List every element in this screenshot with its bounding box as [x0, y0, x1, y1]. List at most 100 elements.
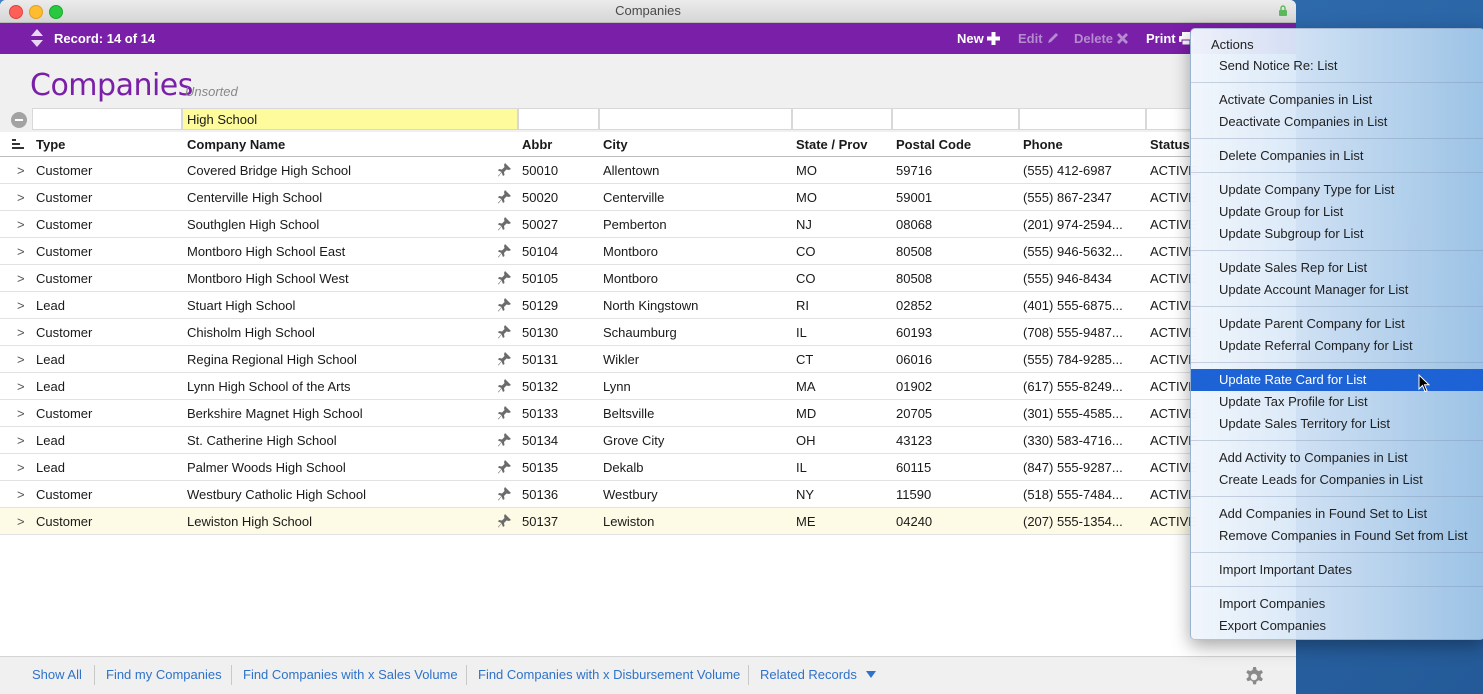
pin-icon[interactable]	[498, 217, 511, 231]
cell-type: Lead	[36, 352, 65, 367]
menu-item-update-sales-territory-for-list[interactable]: Update Sales Territory for List	[1191, 413, 1483, 435]
menu-item-create-leads-for-companies-in-list[interactable]: Create Leads for Companies in List	[1191, 469, 1483, 491]
find-company-name-input[interactable]: High School	[182, 108, 518, 130]
chevron-down-icon[interactable]	[866, 671, 876, 679]
menu-item-add-companies-in-found-set-to-list[interactable]: Add Companies in Found Set to List	[1191, 503, 1483, 525]
row-chevron-icon[interactable]: >	[17, 271, 25, 286]
pin-icon[interactable]	[498, 352, 511, 366]
row-chevron-icon[interactable]: >	[17, 217, 25, 232]
gear-icon[interactable]	[1242, 665, 1266, 689]
row-chevron-icon[interactable]: >	[17, 244, 25, 259]
table-row[interactable]: > Customer Berkshire Magnet High School 501…	[0, 400, 1296, 427]
find-state-input[interactable]	[792, 108, 892, 130]
row-chevron-icon[interactable]: >	[17, 325, 25, 340]
pin-icon[interactable]	[498, 433, 511, 447]
find-my-companies-link[interactable]: Find my Companies	[106, 667, 222, 682]
menu-item-export-companies[interactable]: Export Companies	[1191, 615, 1483, 637]
table-row[interactable]: > Customer Montboro High School West 50105 M…	[0, 265, 1296, 292]
pin-icon[interactable]	[498, 244, 511, 258]
clear-find-icon[interactable]	[11, 112, 27, 128]
new-button[interactable]: New	[957, 31, 1000, 46]
menu-item-deactivate-companies-in-list[interactable]: Deactivate Companies in List	[1191, 111, 1483, 133]
pin-icon[interactable]	[498, 190, 511, 204]
find-sales-volume-link[interactable]: Find Companies with x Sales Volume	[243, 667, 458, 682]
table-row[interactable]: > Customer Covered Bridge High School 50010…	[0, 157, 1296, 184]
menu-item-add-activity-to-companies-in-list[interactable]: Add Activity to Companies in List	[1191, 447, 1483, 469]
table-row[interactable]: > Customer Montboro High School East 50104 M…	[0, 238, 1296, 265]
cell-company-name: Covered Bridge High School	[187, 163, 352, 178]
cell-city: Montboro	[603, 244, 658, 259]
menu-item-update-company-type-for-list[interactable]: Update Company Type for List	[1191, 179, 1483, 201]
pin-icon[interactable]	[498, 514, 511, 528]
menu-item-update-rate-card-for-list[interactable]: Update Rate Card for List	[1191, 369, 1483, 391]
pin-icon[interactable]	[498, 487, 511, 501]
record-navigation-icon[interactable]	[30, 28, 44, 48]
menu-item-update-account-manager-for-list[interactable]: Update Account Manager for List	[1191, 279, 1483, 301]
minimize-window-button[interactable]	[29, 5, 43, 19]
column-city[interactable]: City	[603, 137, 628, 152]
pin-icon[interactable]	[498, 406, 511, 420]
menu-item-activate-companies-in-list[interactable]: Activate Companies in List	[1191, 89, 1483, 111]
table-row[interactable]: > Lead Lynn High School of the Arts 50132 Ly…	[0, 373, 1296, 400]
menu-item-update-tax-profile-for-list[interactable]: Update Tax Profile for List	[1191, 391, 1483, 413]
row-chevron-icon[interactable]: >	[17, 487, 25, 502]
find-postal-input[interactable]	[892, 108, 1019, 130]
column-type[interactable]: Type	[36, 137, 65, 152]
table-row[interactable]: > Customer Lewiston High School 50137 Lewist…	[0, 508, 1296, 535]
find-city-input[interactable]	[599, 108, 792, 130]
table-row[interactable]: > Customer Centerville High School 50020 Cen…	[0, 184, 1296, 211]
row-chevron-icon[interactable]: >	[17, 514, 25, 529]
column-state[interactable]: State / Prov	[796, 137, 868, 152]
column-status[interactable]: Status	[1150, 137, 1190, 152]
find-phone-input[interactable]	[1019, 108, 1146, 130]
menu-item-import-companies[interactable]: Import Companies	[1191, 593, 1483, 615]
delete-button[interactable]: Delete	[1074, 31, 1129, 46]
cell-abbr: 50136	[522, 487, 559, 502]
find-abbr-input[interactable]	[518, 108, 599, 130]
find-disbursement-volume-link[interactable]: Find Companies with x Disbursement Volum…	[478, 667, 740, 682]
menu-item-update-parent-company-for-list[interactable]: Update Parent Company for List	[1191, 313, 1483, 335]
row-chevron-icon[interactable]: >	[17, 379, 25, 394]
column-company-name[interactable]: Company Name	[187, 137, 285, 152]
table-row[interactable]: > Lead St. Catherine High School 50134 Grove…	[0, 427, 1296, 454]
find-type-input[interactable]	[32, 108, 182, 130]
row-chevron-icon[interactable]: >	[17, 163, 25, 178]
related-records-link[interactable]: Related Records	[760, 667, 857, 682]
table-row[interactable]: > Customer Southglen High School 50027 Pembe…	[0, 211, 1296, 238]
maximize-window-button[interactable]	[49, 5, 63, 19]
pin-icon[interactable]	[498, 298, 511, 312]
row-chevron-icon[interactable]: >	[17, 352, 25, 367]
row-chevron-icon[interactable]: >	[17, 433, 25, 448]
show-all-link[interactable]: Show All	[32, 667, 82, 682]
row-chevron-icon[interactable]: >	[17, 460, 25, 475]
column-sort-icon[interactable]	[12, 139, 24, 149]
column-postal-code[interactable]: Postal Code	[896, 137, 971, 152]
pin-icon[interactable]	[498, 379, 511, 393]
menu-item-send-notice-re-list[interactable]: Send Notice Re: List	[1191, 55, 1483, 77]
row-chevron-icon[interactable]: >	[17, 298, 25, 313]
table-row[interactable]: > Customer Westbury Catholic High School 50…	[0, 481, 1296, 508]
row-chevron-icon[interactable]: >	[17, 406, 25, 421]
company-list: > Customer Covered Bridge High School 50010…	[0, 157, 1296, 535]
menu-item-update-referral-company-for-list[interactable]: Update Referral Company for List	[1191, 335, 1483, 357]
edit-button[interactable]: Edit	[1018, 31, 1059, 46]
menu-item-delete-companies-in-list[interactable]: Delete Companies in List	[1191, 145, 1483, 167]
table-row[interactable]: > Customer Chisholm High School 50130 Schaum…	[0, 319, 1296, 346]
table-row[interactable]: > Lead Stuart High School 50129 North Kingst…	[0, 292, 1296, 319]
pin-icon[interactable]	[498, 163, 511, 177]
pin-icon[interactable]	[498, 271, 511, 285]
menu-item-import-important-dates[interactable]: Import Important Dates	[1191, 559, 1483, 581]
menu-item-update-group-for-list[interactable]: Update Group for List	[1191, 201, 1483, 223]
close-window-button[interactable]	[9, 5, 23, 19]
menu-item-update-sales-rep-for-list[interactable]: Update Sales Rep for List	[1191, 257, 1483, 279]
row-chevron-icon[interactable]: >	[17, 190, 25, 205]
pin-icon[interactable]	[498, 325, 511, 339]
print-button[interactable]: Print	[1146, 31, 1193, 46]
table-row[interactable]: > Lead Regina Regional High School 50131 Wik…	[0, 346, 1296, 373]
column-phone[interactable]: Phone	[1023, 137, 1063, 152]
menu-item-update-subgroup-for-list[interactable]: Update Subgroup for List	[1191, 223, 1483, 245]
pin-icon[interactable]	[498, 460, 511, 474]
table-row[interactable]: > Lead Palmer Woods High School 50135 Dekalb…	[0, 454, 1296, 481]
menu-item-remove-companies-in-found-set-from-list[interactable]: Remove Companies in Found Set from List	[1191, 525, 1483, 547]
column-abbr[interactable]: Abbr	[522, 137, 552, 152]
